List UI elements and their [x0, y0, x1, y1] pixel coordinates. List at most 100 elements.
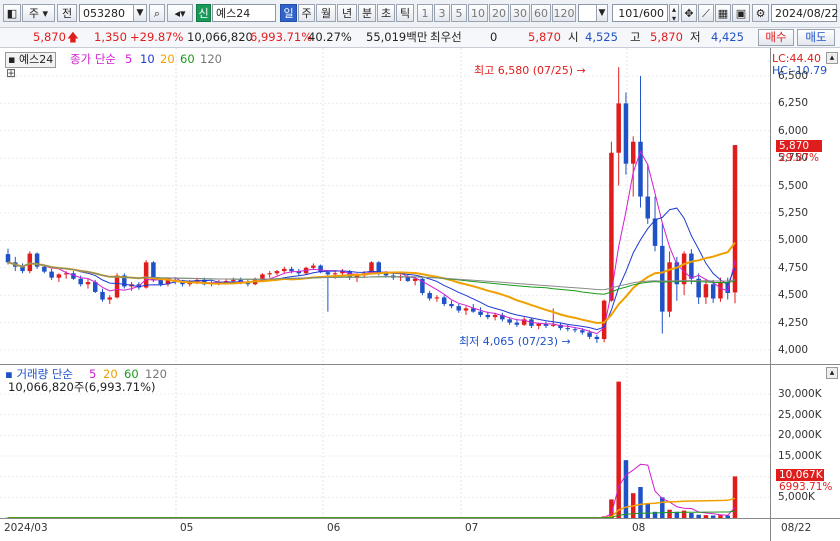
- price-tick-label: 6,500: [778, 70, 809, 82]
- candle-body: [478, 311, 483, 315]
- volume-bar: [667, 509, 672, 518]
- volume-bar: [725, 515, 730, 518]
- arrow-right-icon: →: [576, 64, 586, 77]
- candle-body: [587, 332, 592, 337]
- volume-bar: [681, 510, 687, 518]
- market-button[interactable]: 전: [57, 4, 77, 22]
- chart-area[interactable]: [0, 48, 840, 541]
- panel-icon: ▪: [5, 367, 17, 381]
- candle-body: [427, 293, 432, 299]
- candle-body: [550, 324, 556, 326]
- period-day-button[interactable]: 일: [280, 4, 297, 22]
- price-tick-label: 4,750: [778, 261, 809, 274]
- volume-bar: [645, 503, 651, 518]
- sell-button[interactable]: 매도: [797, 29, 835, 46]
- price-collapse-icon[interactable]: ▴: [826, 52, 838, 64]
- volume-tick-label: 5,000K: [778, 491, 815, 504]
- candle-body: [114, 275, 120, 298]
- count-spin-icon[interactable]: ▴ ▾: [669, 4, 679, 23]
- candle-body: [274, 271, 280, 274]
- period-minute-button[interactable]: 분: [358, 4, 376, 22]
- interval-60-button[interactable]: 60: [531, 4, 551, 22]
- interval-10-button[interactable]: 10: [468, 4, 488, 22]
- candle-body: [456, 306, 461, 311]
- interval-1-button[interactable]: 1: [417, 4, 433, 22]
- price-tick-label: 4,500: [778, 289, 809, 302]
- interval-20-button[interactable]: 20: [489, 4, 509, 22]
- candle-body: [231, 279, 236, 281]
- crosshair-icon[interactable]: ✥: [681, 4, 697, 22]
- volume-legend-prefix-label: 거래량 단순: [16, 367, 74, 381]
- price-legend-prefix: 종가 단순: [70, 52, 116, 66]
- price-tick-label: 5,500: [778, 179, 809, 192]
- line-tool-icon[interactable]: ⟋: [698, 4, 714, 22]
- vol-ma20-label: 20: [103, 367, 118, 381]
- ask-price: 5,870: [528, 30, 561, 44]
- period-year-button[interactable]: 년: [337, 4, 357, 22]
- buy-button[interactable]: 매수: [758, 29, 794, 46]
- settings-gear-icon[interactable]: ⚙: [752, 4, 769, 22]
- low-price: 4,425: [711, 30, 744, 44]
- up-arrow-icon: 🡅: [67, 30, 79, 44]
- candle-body: [565, 328, 571, 330]
- search-icon[interactable]: ⌕: [149, 4, 165, 22]
- open-price: 4,525: [585, 30, 618, 44]
- chart-type-icon[interactable]: ◧: [3, 4, 21, 22]
- new-badge: 신: [196, 4, 211, 22]
- volume-bar: [703, 515, 709, 518]
- period-month-button[interactable]: 월: [316, 4, 336, 22]
- candle-body: [616, 103, 621, 153]
- volume-tick-label: 15,000K: [778, 450, 822, 462]
- interval-30-button[interactable]: 30: [510, 4, 530, 22]
- volume-bar: [623, 460, 629, 518]
- candle-body: [325, 272, 331, 275]
- candle-body: [289, 268, 294, 272]
- interval-3-button[interactable]: 3: [434, 4, 450, 22]
- candle-body: [282, 268, 287, 272]
- period-tick-button[interactable]: 틱: [396, 4, 414, 22]
- high-annotation: 최고 6,580 (07/25) →: [474, 64, 586, 78]
- candle-body: [158, 279, 163, 285]
- last-pct-label: 29.87%: [779, 152, 820, 164]
- volume-tick-label: 25,000K: [778, 408, 822, 421]
- stock-name-field[interactable]: 예스24: [212, 4, 276, 22]
- candle-body: [434, 297, 440, 299]
- price-tick-label: 6,000: [778, 124, 809, 137]
- candle-body: [572, 329, 578, 331]
- speaker-icon[interactable]: ◂▾: [167, 4, 193, 22]
- mode-label: 주: [28, 7, 40, 20]
- candle-body: [27, 253, 33, 272]
- volume-bar: [689, 513, 694, 518]
- candle-body: [85, 282, 91, 285]
- period-second-button[interactable]: 초: [377, 4, 395, 22]
- candle-body: [441, 297, 447, 304]
- volume-collapse-icon[interactable]: ▴: [826, 367, 838, 379]
- interval-dropdown-icon[interactable]: ▼: [596, 4, 608, 22]
- period-week-button[interactable]: 주: [298, 4, 315, 22]
- candle-body: [49, 271, 54, 278]
- volume-bar: [710, 515, 716, 518]
- low-annotation: 최저 4,065 (07/23) →: [459, 335, 571, 349]
- candle-body: [623, 103, 629, 164]
- top-toolbar: ◧ 주 ▾ 전 053280 ▼ ⌕ ◂▾ 신 예스24 일 주 월 년 분 초…: [0, 0, 840, 28]
- save-icon[interactable]: ▣: [732, 4, 750, 22]
- date-field[interactable]: 2024/08/22: [771, 4, 838, 22]
- mode-select[interactable]: 주 ▾: [22, 4, 55, 22]
- grid-icon[interactable]: ▦: [715, 4, 731, 22]
- code-dropdown-icon[interactable]: ▼: [133, 4, 147, 22]
- price-tick-label: 4,000: [778, 344, 809, 356]
- stock-code-input[interactable]: 053280: [79, 4, 134, 22]
- interval-120-button[interactable]: 120: [552, 4, 576, 22]
- data-count-field[interactable]: 101/600: [612, 4, 668, 22]
- last-volume-box: 10,067K: [776, 469, 824, 481]
- interval-5-button[interactable]: 5: [451, 4, 467, 22]
- volume-bar: [696, 514, 701, 518]
- candle-body: [710, 284, 716, 299]
- grid-toggle-icon[interactable]: ⊞: [6, 66, 16, 80]
- x-label-jul: 07: [465, 522, 479, 534]
- stock-name-tag-label: 예스24: [18, 53, 54, 66]
- price-change-pct: +29.87%: [130, 30, 184, 44]
- ma120-label: 120: [200, 52, 222, 66]
- candle-body: [449, 303, 454, 307]
- candle-body: [143, 262, 149, 288]
